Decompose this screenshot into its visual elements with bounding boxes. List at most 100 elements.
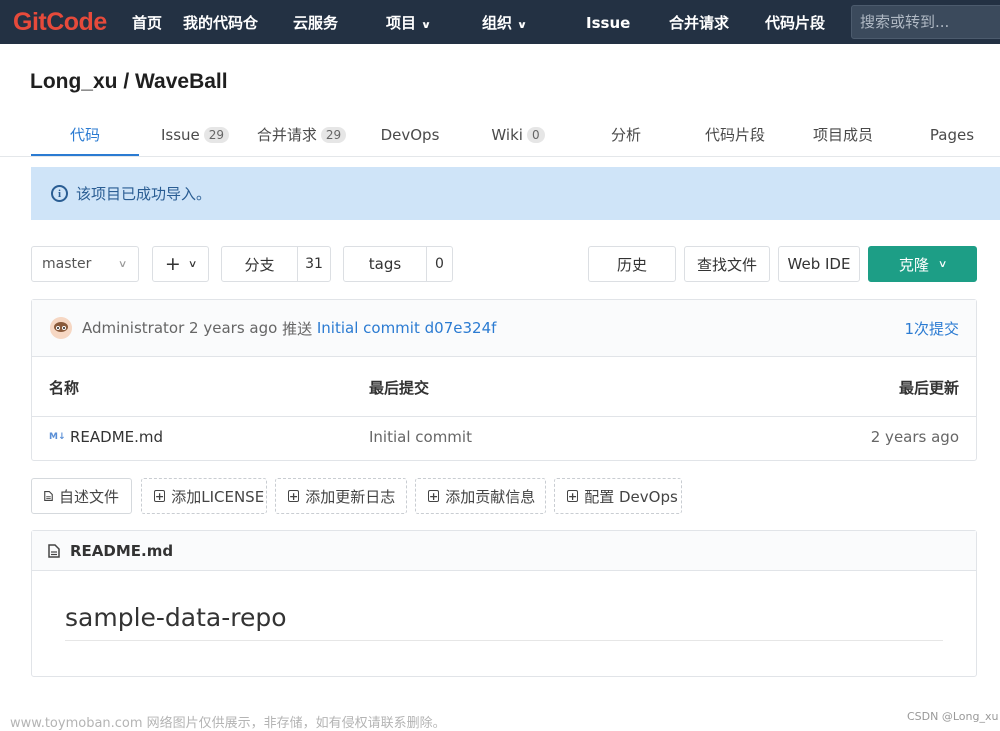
table-row[interactable]: M↓ README.md Initial commit 2 years ago	[32, 417, 976, 461]
tab-merge-requests-badge: 29	[320, 127, 347, 143]
readme-header: README.md	[32, 531, 976, 571]
nav-merge-requests[interactable]: 合并请求	[669, 0, 729, 44]
tab-pages[interactable]: Pages	[927, 116, 977, 156]
markdown-icon: M↓	[49, 432, 66, 442]
file-name-link[interactable]: README.md	[70, 428, 163, 446]
add-license-button[interactable]: + 添加LICENSE	[141, 478, 267, 514]
commit-hash-link[interactable]: d07e324f	[425, 319, 497, 337]
branches-label: 分支	[222, 247, 298, 281]
gitcode-logo[interactable]: GitCode	[13, 8, 107, 37]
nav-cloud-services-label: 云服务	[293, 14, 339, 32]
info-icon: i	[51, 185, 68, 202]
add-changelog-button[interactable]: + 添加更新日志	[275, 478, 407, 514]
commit-count-link[interactable]: 1次提交	[904, 318, 959, 339]
column-header-name: 名称	[49, 379, 80, 397]
branches-button[interactable]: 分支 31	[221, 246, 331, 282]
tab-devops-label: DevOps	[380, 126, 440, 144]
alert-text: 该项目已成功导入。	[76, 185, 212, 203]
configure-devops-button[interactable]: + 配置 DevOps	[554, 478, 682, 514]
commit-author[interactable]: Administrator	[82, 319, 184, 337]
column-header-last-commit: 最后提交	[369, 379, 430, 397]
tags-button[interactable]: tags 0	[343, 246, 453, 282]
top-navbar: GitCode 首页 我的代码仓 云服务 项目 ∨ 组织 ∨ Issue 合并请求 …	[0, 0, 1000, 44]
nav-home-label: 首页	[132, 14, 163, 32]
readme-button[interactable]: 自述文件	[31, 478, 132, 514]
nav-merge-requests-label: 合并请求	[669, 14, 730, 32]
file-icon	[48, 543, 60, 558]
add-license-label: 添加LICENSE	[171, 487, 265, 506]
file-browser: Administrator 2 years ago 推送 Initial com…	[31, 299, 977, 461]
nav-issue[interactable]: Issue	[586, 0, 630, 44]
nav-snippets-label: 代码片段	[765, 14, 826, 32]
commit-action: 推送	[282, 319, 313, 338]
tab-members-label: 项目成员	[812, 126, 873, 144]
add-contributing-button[interactable]: + 添加贡献信息	[415, 478, 546, 514]
nav-home[interactable]: 首页	[132, 0, 162, 44]
readme-button-label: 自述文件	[58, 487, 119, 506]
tab-wiki-badge: 0	[526, 127, 545, 143]
csdn-credit: CSDN @Long_xu	[907, 710, 999, 723]
nav-my-repos[interactable]: 我的代码仓	[183, 0, 258, 44]
tab-wiki-label: Wiki	[491, 126, 523, 144]
tab-pages-label: Pages	[929, 126, 975, 144]
watermark-text: www.toymoban.com 网络图片仅供展示，非存储，如有侵权请联系删除。	[10, 716, 446, 731]
chevron-down-icon: ∨	[117, 258, 128, 270]
nav-snippets[interactable]: 代码片段	[765, 0, 825, 44]
add-dropdown-button[interactable]: + ∨	[152, 246, 209, 282]
find-file-button[interactable]: 查找文件	[684, 246, 770, 282]
plus-icon: +	[164, 253, 181, 275]
tags-count: 0	[435, 256, 444, 272]
readme-heading: sample-data-repo	[65, 603, 943, 641]
chevron-down-icon: ∨	[937, 258, 948, 270]
avatar[interactable]	[50, 317, 72, 339]
tab-code[interactable]: 代码	[31, 116, 139, 156]
nav-my-repos-label: 我的代码仓	[183, 14, 259, 32]
branches-count: 31	[305, 256, 323, 272]
readme-panel: README.md sample-data-repo	[31, 530, 977, 677]
add-changelog-label: 添加更新日志	[305, 487, 396, 506]
plus-box-icon: +	[154, 489, 166, 503]
clone-label: 克隆	[898, 255, 929, 274]
commit-time: 2 years ago	[189, 319, 278, 337]
branch-select-value: master	[42, 256, 92, 272]
import-success-alert: i 该项目已成功导入。	[31, 167, 1000, 220]
nav-projects-label: 项目	[386, 14, 417, 32]
file-icon	[44, 490, 53, 502]
last-commit-row: Administrator 2 years ago 推送 Initial com…	[32, 300, 976, 357]
tab-merge-requests[interactable]: 合并请求 29	[254, 116, 349, 156]
commit-message-link[interactable]: Initial commit	[317, 319, 420, 337]
nav-orgs-label: 组织	[482, 14, 513, 32]
nav-cloud-services[interactable]: 云服务	[293, 0, 338, 44]
tab-wiki[interactable]: Wiki 0	[488, 116, 548, 156]
tab-members[interactable]: 项目成员	[808, 116, 878, 156]
chevron-down-icon: ∨	[516, 20, 528, 31]
readme-filename[interactable]: README.md	[70, 542, 173, 560]
tab-analytics-label: 分析	[610, 126, 641, 144]
repo-tabs: 代码 Issue 29 合并请求 29 DevOps Wiki 0 分析 代码片段 项…	[0, 116, 1000, 157]
repo-title[interactable]: Long_xu / WaveBall	[30, 70, 228, 94]
tab-analytics[interactable]: 分析	[603, 116, 649, 156]
clone-button[interactable]: 克隆 ∨	[868, 246, 977, 282]
nav-projects[interactable]: 项目 ∨	[386, 0, 431, 44]
tab-snippets[interactable]: 代码片段	[700, 116, 770, 156]
nav-orgs[interactable]: 组织 ∨	[482, 0, 527, 44]
tab-issue-badge: 29	[203, 127, 230, 143]
tab-devops[interactable]: DevOps	[378, 116, 442, 156]
tab-code-label: 代码	[69, 126, 100, 144]
branch-select[interactable]: master ∨	[31, 246, 139, 282]
file-commit-message[interactable]: Initial commit	[369, 428, 472, 446]
tab-snippets-label: 代码片段	[704, 126, 765, 144]
tab-merge-requests-label: 合并请求	[256, 126, 317, 144]
column-header-last-update: 最后更新	[898, 379, 959, 397]
file-updated-time: 2 years ago	[870, 428, 959, 446]
history-button[interactable]: 历史	[588, 246, 676, 282]
tags-label: tags	[344, 247, 427, 281]
file-table-header: 名称 最后提交 最后更新	[32, 357, 976, 417]
search-input[interactable]	[851, 5, 1000, 39]
plus-box-icon: +	[288, 489, 300, 503]
nav-issue-label: Issue	[586, 14, 631, 32]
configure-devops-label: 配置 DevOps	[584, 487, 678, 506]
plus-box-icon: +	[567, 489, 579, 503]
tab-issue[interactable]: Issue 29	[155, 116, 235, 156]
web-ide-button[interactable]: Web IDE	[778, 246, 860, 282]
